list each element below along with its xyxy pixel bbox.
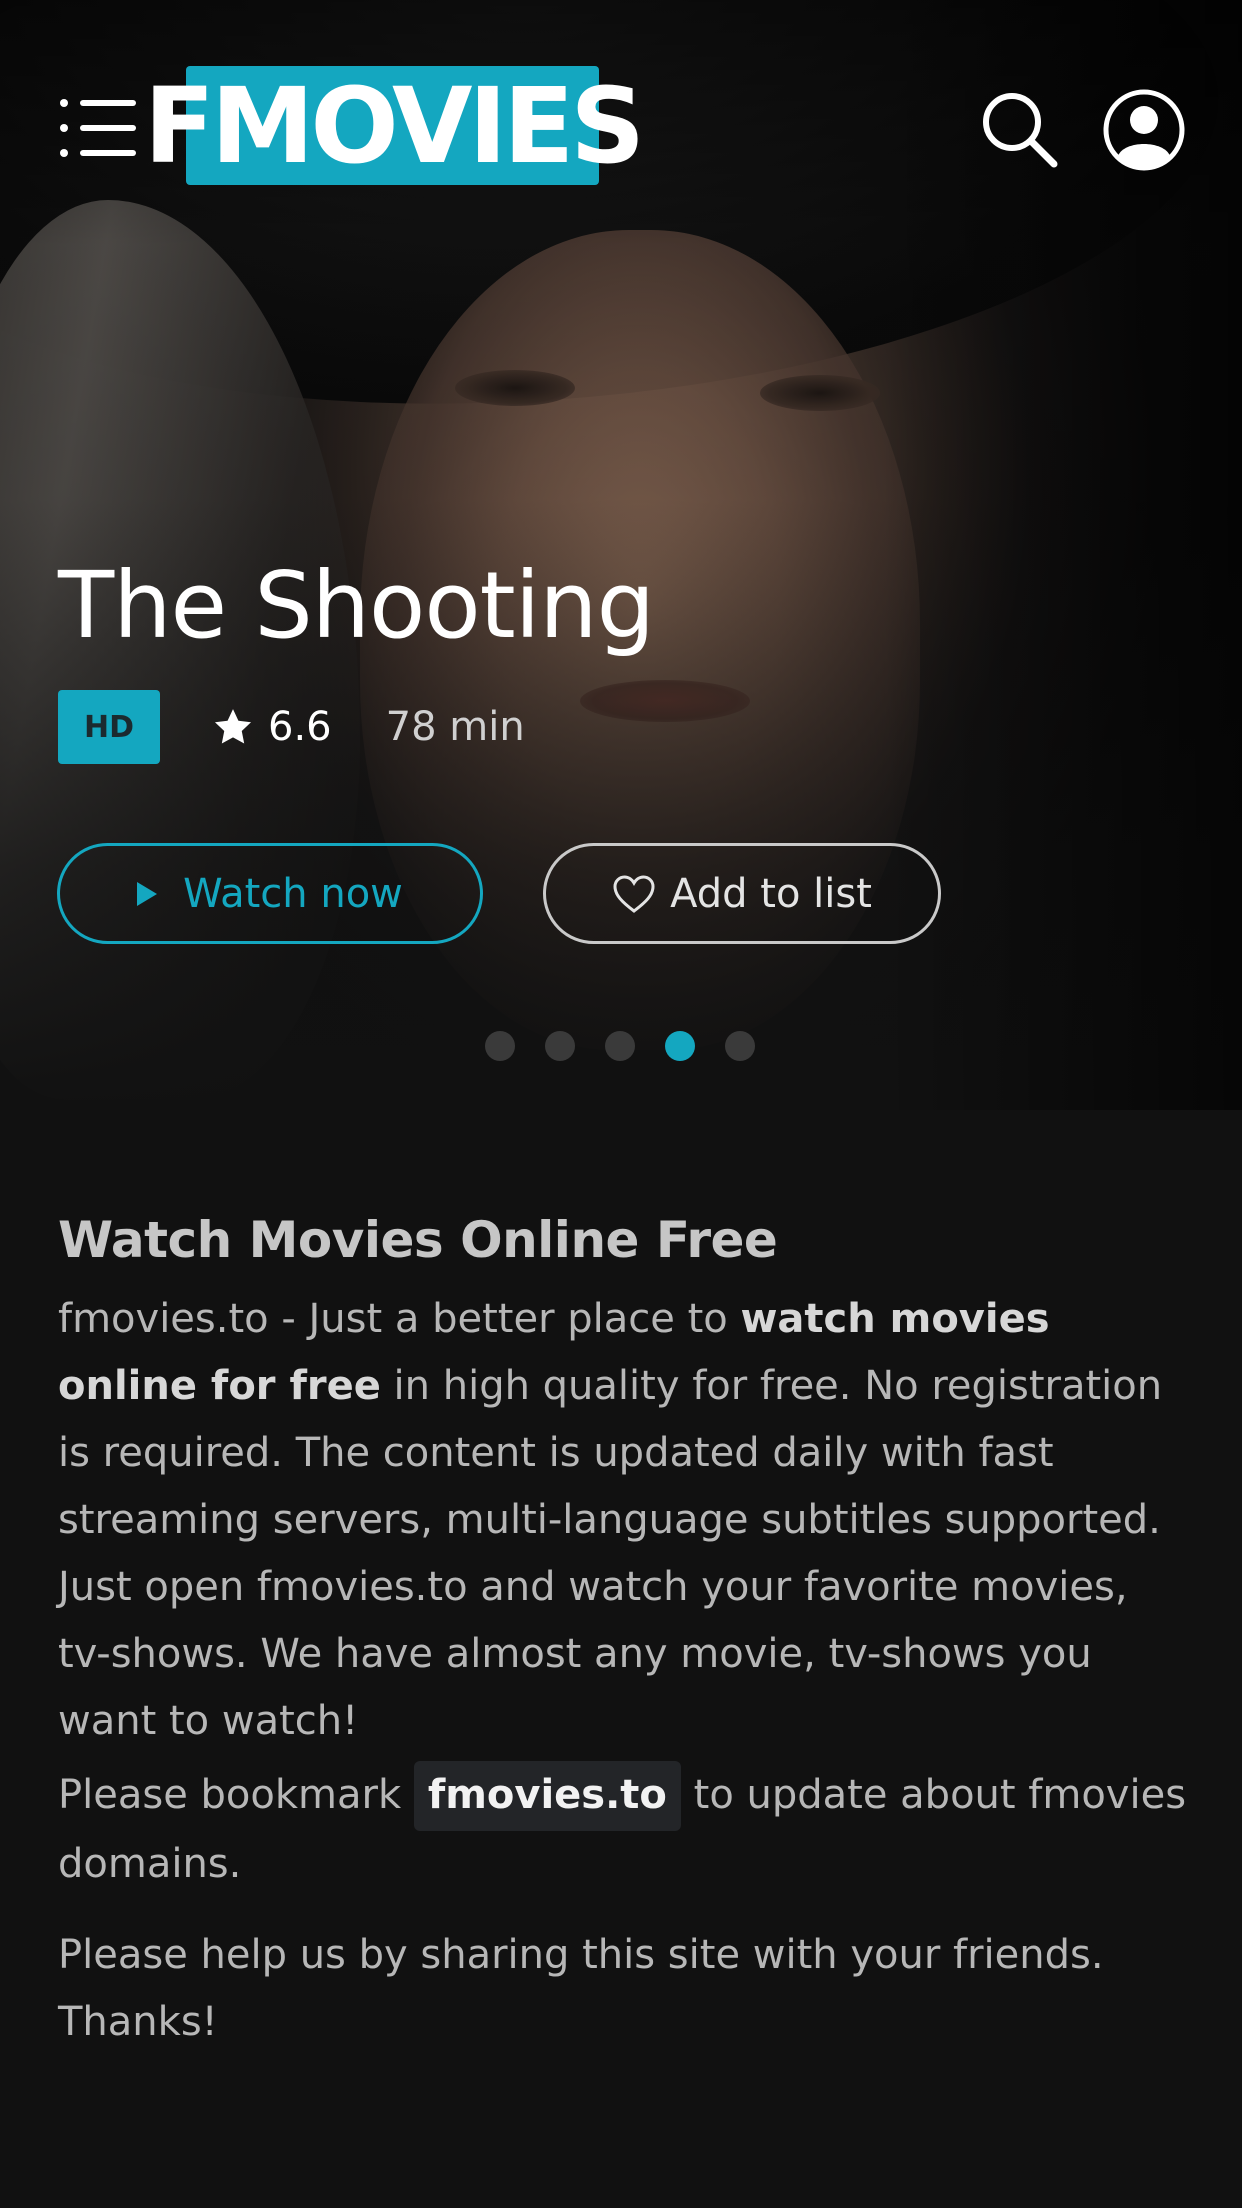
slide-dot-2[interactable] [545,1031,575,1061]
page: FMOVIES The Shooting HD 6.6 78 min Watch… [0,0,1242,2208]
rating: 6.6 [212,704,332,750]
movie-meta: HD 6.6 78 min [58,690,525,764]
play-icon [137,881,158,906]
search-icon[interactable] [980,90,1060,170]
top-header: FMOVIES [0,0,1242,200]
menu-list-icon[interactable] [60,99,140,157]
watch-now-label: Watch now [183,870,403,917]
share-paragraph: Please help us by sharing this site with… [58,1932,1104,2045]
slide-dot-3[interactable] [605,1031,635,1061]
domain-chip: fmovies.to [413,1761,681,1831]
watch-now-button[interactable]: Watch now [57,843,483,944]
movie-title: The Shooting [58,552,655,659]
slide-dot-5[interactable] [725,1031,755,1061]
slide-dot-4-active[interactable] [665,1031,695,1061]
about-section: Watch Movies Online Free fmovies.to - Ju… [58,1210,1188,2056]
slider-pagination [485,1031,785,1061]
slide-dot-1[interactable] [485,1031,515,1061]
star-icon [214,709,252,744]
about-paragraph: fmovies.to - Just a better place to watc… [58,1296,1163,1744]
heart-icon [613,874,655,913]
user-circle-icon[interactable] [1102,88,1186,172]
site-logo[interactable]: FMOVIES [144,66,645,185]
quality-badge: HD [58,690,160,764]
duration: 78 min [385,704,525,750]
rating-value: 6.6 [268,704,332,750]
add-to-list-button[interactable]: Add to list [543,843,941,944]
bookmark-paragraph: Please bookmark fmovies.to to update abo… [58,1761,1188,1898]
add-to-list-label: Add to list [670,870,872,917]
section-heading: Watch Movies Online Free [58,1211,778,1269]
